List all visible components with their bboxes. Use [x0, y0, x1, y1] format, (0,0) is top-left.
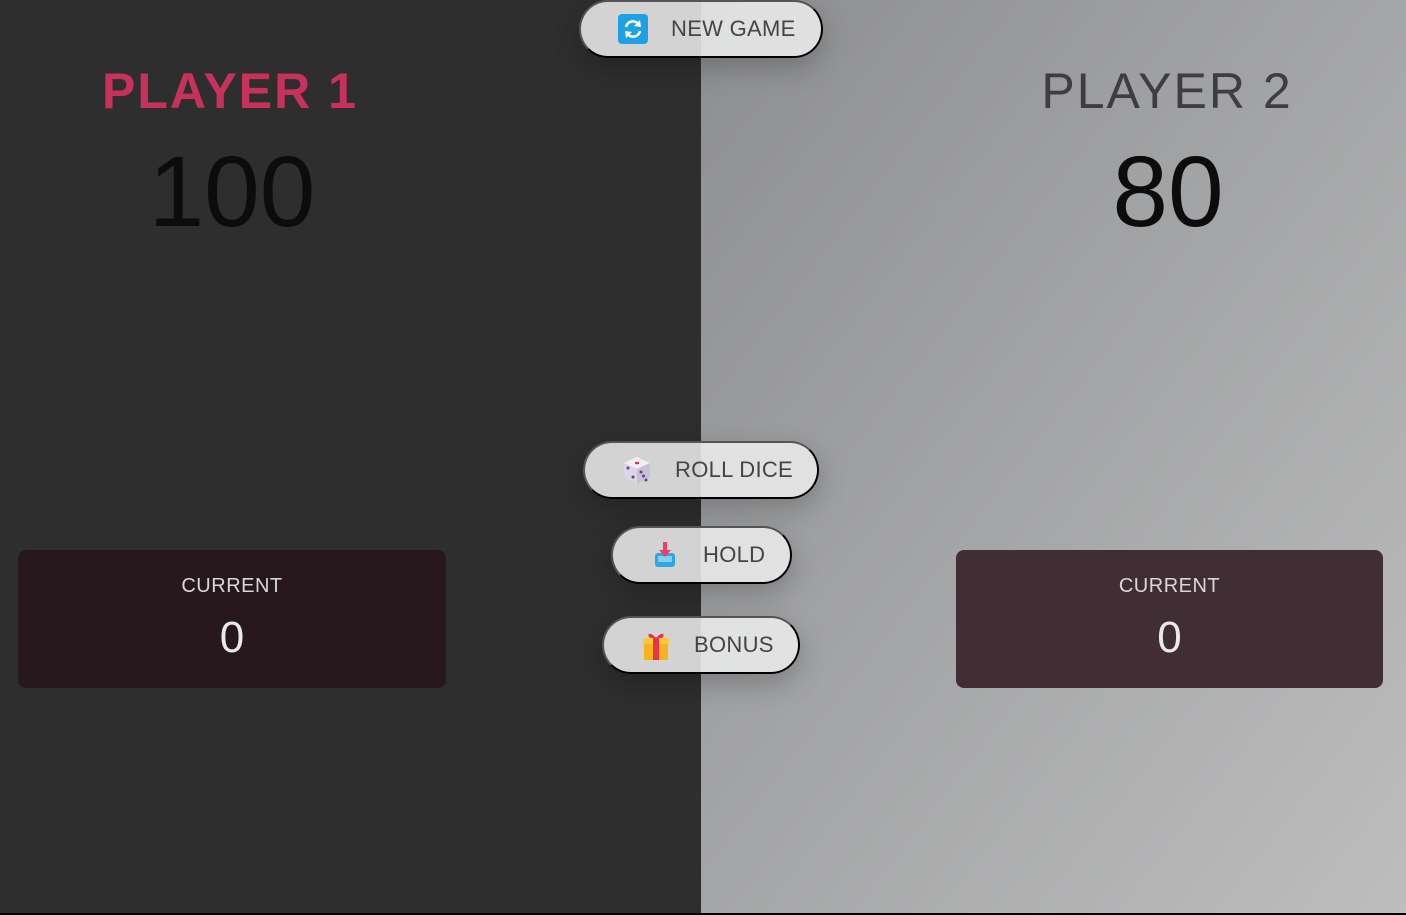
player-1-current-box: CURRENT 0 [18, 550, 446, 688]
bonus-button[interactable]: BONUS [602, 616, 800, 674]
hold-button[interactable]: HOLD [611, 526, 792, 584]
player-2-current-box: CURRENT 0 [956, 550, 1383, 688]
hold-label: HOLD [703, 542, 766, 567]
player-2-current-label: CURRENT [1118, 575, 1221, 597]
player-2-current-score: 0 [1157, 613, 1182, 662]
player-1-name: PLAYER 1 [102, 63, 358, 119]
gift-icon [640, 629, 672, 661]
player-1-current-score: 0 [219, 613, 245, 662]
player-2-score: 80 [1112, 136, 1224, 248]
inbox-download-icon [649, 539, 681, 571]
new-game-button[interactable]: NEW GAME [579, 0, 823, 58]
game-board: PLAYER 1 100 CURRENT 0 PLAYER 2 80 CURRE… [0, 0, 1406, 913]
refresh-icon [617, 13, 649, 45]
roll-dice-label: ROLL DICE [675, 457, 794, 482]
player-1-score: 100 [148, 136, 316, 248]
player-2-name: PLAYER 2 [1041, 63, 1293, 119]
new-game-label: NEW GAME [671, 16, 796, 41]
bonus-label: BONUS [694, 632, 774, 657]
roll-dice-button[interactable]: ROLL DICE [583, 441, 819, 499]
player-1-current-label: CURRENT [181, 575, 283, 597]
dice-icon [621, 454, 653, 486]
